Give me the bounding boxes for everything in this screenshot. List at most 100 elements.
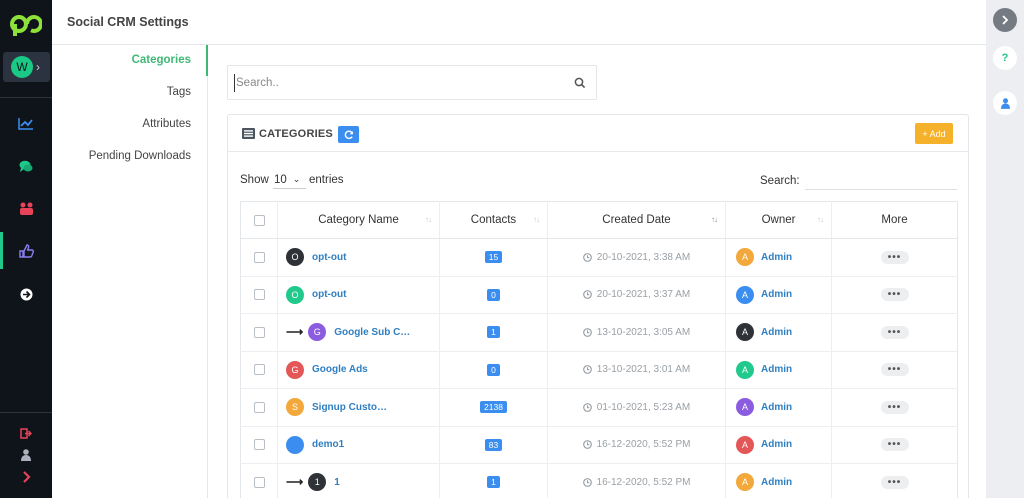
contacts-count-badge[interactable]: 1 (487, 476, 500, 489)
table-search-input[interactable] (805, 170, 957, 190)
nav-social-crm[interactable] (14, 240, 38, 262)
sort-icon: ↑↓ (425, 215, 432, 224)
category-avatar: S (286, 398, 304, 417)
owner-avatar: A (736, 398, 754, 417)
app-logo[interactable] (10, 10, 42, 38)
user-panel-button[interactable] (993, 91, 1017, 115)
contacts-count-badge[interactable]: 1 (487, 326, 500, 339)
row-checkbox[interactable] (253, 476, 265, 488)
table-search-label: Search: (760, 175, 800, 187)
more-options-button[interactable]: ••• (880, 438, 909, 452)
owner-avatar: A (736, 473, 754, 492)
category-link[interactable]: Google Sub C… (334, 327, 410, 338)
nav-logout[interactable] (14, 422, 38, 444)
row-checkbox[interactable] (253, 251, 265, 263)
menu-item-categories[interactable]: Categories (132, 54, 191, 66)
owner-cell: A Admin (725, 238, 832, 277)
column-header-owner[interactable]: Owner ↑↓ (725, 201, 832, 239)
column-header-category-name[interactable]: Category Name ↑↓ (277, 201, 440, 239)
menu-item-pending-downloads[interactable]: Pending Downloads (89, 150, 191, 162)
owner-name[interactable]: Admin (761, 252, 792, 263)
more-options-button[interactable]: ••• (880, 325, 909, 339)
nav-analytics[interactable] (14, 112, 38, 134)
table-row: G Google Ads 0 13-10-2021, 3:01 AM A Admin ••• (240, 351, 958, 389)
more-cell: ••• (831, 238, 958, 277)
contacts-count-badge[interactable]: 15 (484, 251, 503, 264)
row-checkbox[interactable] (253, 401, 265, 413)
logout-icon (20, 427, 32, 439)
entries-select[interactable]: 10 ⌄ (273, 171, 306, 189)
contacts-count-badge[interactable]: 2138 (480, 401, 507, 414)
more-options-button[interactable]: ••• (880, 288, 909, 302)
row-select-cell (240, 351, 278, 389)
more-cell: ••• (831, 388, 958, 427)
category-link[interactable]: Google Ads (312, 364, 368, 375)
categories-table: Category Name ↑↓ Contacts ↑↓ Created Date ↑… (240, 201, 958, 498)
row-checkbox[interactable] (253, 364, 265, 376)
category-link[interactable]: opt-out (312, 289, 346, 300)
category-link[interactable]: demo1 (312, 439, 344, 450)
owner-cell: A Admin (725, 426, 832, 464)
row-select-cell (240, 238, 278, 277)
owner-name[interactable]: Admin (761, 364, 792, 375)
contacts-count-badge[interactable]: 0 (487, 288, 500, 301)
category-name-cell: demo1 (277, 426, 440, 464)
help-icon: ? (1001, 52, 1009, 64)
chevron-right-icon: › (36, 60, 40, 74)
chevron-down-icon: ⌄ (292, 174, 301, 184)
arrow-circle-right-icon (20, 288, 32, 300)
users-icon (19, 202, 33, 215)
more-options-button[interactable]: ••• (880, 363, 909, 377)
nav-expand[interactable] (14, 466, 38, 488)
owner-cell: A Admin (725, 463, 832, 498)
menu-item-tags[interactable]: Tags (167, 86, 191, 98)
nav-profile[interactable] (14, 444, 38, 466)
owner-name[interactable]: Admin (761, 327, 792, 338)
nav-automation[interactable] (14, 283, 38, 305)
owner-name[interactable]: Admin (761, 439, 792, 450)
refresh-button[interactable] (338, 126, 359, 143)
row-checkbox[interactable] (253, 326, 265, 338)
show-label: Show (240, 174, 269, 186)
nav-contacts[interactable] (14, 197, 38, 219)
category-link[interactable]: opt-out (312, 252, 346, 263)
search-input[interactable] (234, 74, 564, 92)
owner-avatar: A (736, 435, 754, 454)
nav-conversations[interactable] (14, 155, 38, 177)
row-select-cell (240, 426, 278, 464)
add-category-button[interactable]: + Add (915, 123, 953, 144)
category-link[interactable]: Signup Custo… (312, 402, 387, 413)
contacts-count-badge[interactable]: 83 (484, 438, 503, 451)
chevron-right-icon (22, 471, 31, 483)
contacts-count-badge[interactable]: 0 (487, 363, 500, 376)
owner-cell: A Admin (725, 388, 832, 427)
contacts-cell: 1 (439, 463, 548, 498)
right-toolbar: ? (986, 0, 1024, 498)
collapse-panel-button[interactable] (993, 8, 1017, 32)
workspace-switcher[interactable]: W › (3, 52, 50, 82)
chat-icon (19, 160, 33, 172)
column-header-contacts[interactable]: Contacts ↑↓ (439, 201, 548, 239)
created-date: 20-10-2021, 3:37 AM (596, 289, 691, 301)
owner-name[interactable]: Admin (761, 477, 792, 488)
category-name-cell: S Signup Custo… (277, 388, 440, 427)
category-link[interactable]: 1 (334, 477, 340, 488)
clock-icon (582, 365, 592, 375)
owner-cell: A Admin (725, 351, 832, 389)
more-options-button[interactable]: ••• (880, 400, 909, 414)
owner-cell: A Admin (725, 313, 832, 352)
column-header-created-date[interactable]: Created Date ↑↓ (547, 201, 726, 239)
more-options-button[interactable]: ••• (880, 250, 909, 264)
row-select-cell (240, 276, 278, 314)
more-options-button[interactable]: ••• (880, 475, 909, 489)
row-checkbox[interactable] (253, 289, 265, 301)
owner-name[interactable]: Admin (761, 402, 792, 413)
refresh-icon (344, 130, 353, 139)
select-all-checkbox[interactable] (253, 214, 265, 226)
search-icon[interactable] (574, 77, 586, 89)
sort-icon: ↑↓ (533, 215, 540, 224)
row-checkbox[interactable] (253, 439, 265, 451)
help-button[interactable]: ? (993, 46, 1017, 70)
owner-name[interactable]: Admin (761, 289, 792, 300)
menu-item-attributes[interactable]: Attributes (142, 118, 191, 130)
